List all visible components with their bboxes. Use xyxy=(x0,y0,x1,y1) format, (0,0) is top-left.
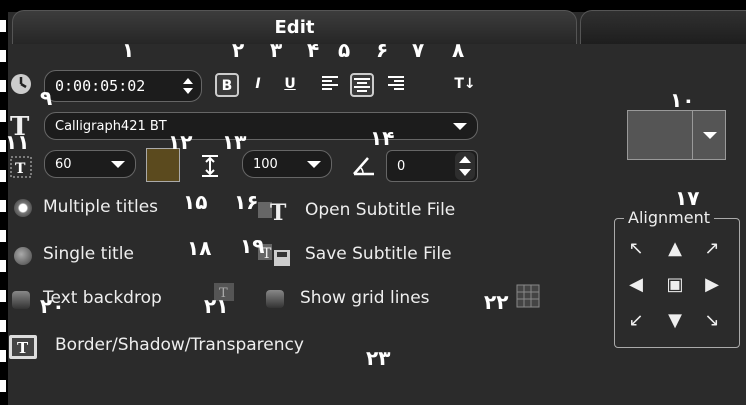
align-top-left-arrow-icon[interactable]: ↖ xyxy=(625,238,647,260)
italic-button[interactable]: I xyxy=(246,73,270,97)
chevron-down-icon xyxy=(307,161,321,168)
multiple-titles-radio[interactable] xyxy=(14,199,32,217)
align-right-arrow-icon[interactable]: ▶ xyxy=(701,274,723,296)
show-grid-lines-checkbox[interactable] xyxy=(266,290,284,308)
single-title-radio[interactable] xyxy=(14,247,32,265)
svg-text:T: T xyxy=(17,339,29,357)
duration-timecode-input[interactable]: 0:00:05:02 xyxy=(44,70,202,102)
align-right-button[interactable] xyxy=(384,73,408,97)
svg-text:T: T xyxy=(15,161,26,177)
chevron-down-icon xyxy=(703,132,717,139)
align-right-icon xyxy=(388,76,404,90)
clock-icon xyxy=(10,73,32,99)
tab-edit[interactable]: Edit xyxy=(12,10,577,44)
annotation-22: ٢٢ xyxy=(484,290,509,314)
alignment-title: Alignment xyxy=(624,208,714,227)
align-center-button[interactable] xyxy=(350,73,374,97)
border-shadow-transparency-label[interactable]: Border/Shadow/Transparency xyxy=(55,335,304,355)
annotation-10: ١٠ xyxy=(670,88,695,112)
bold-button[interactable]: B xyxy=(215,73,239,97)
annotation-20: ٢٠ xyxy=(40,294,65,318)
rotation-value: 0 xyxy=(397,158,406,174)
tab-secondary[interactable] xyxy=(580,10,746,44)
annotation-21: ٢١ xyxy=(204,294,229,318)
align-center-icon[interactable]: ▣ xyxy=(664,274,686,296)
font-name: Calligraph421 BT xyxy=(55,118,167,134)
rotation-angle-icon xyxy=(352,154,376,180)
annotation-8: ٨ xyxy=(452,38,465,62)
style-preset-swatch[interactable] xyxy=(627,110,693,160)
annotation-15: ١۵ xyxy=(183,190,208,214)
align-top-arrow-icon[interactable]: ▲ xyxy=(664,238,686,260)
svg-text:T: T xyxy=(270,200,287,224)
align-bottom-right-arrow-icon[interactable]: ↘ xyxy=(701,310,723,332)
align-bottom-left-arrow-icon[interactable]: ↙ xyxy=(625,310,647,332)
align-left-arrow-icon[interactable]: ◀ xyxy=(625,274,647,296)
annotation-16: ١۶ xyxy=(234,190,259,214)
open-subtitle-file-label[interactable]: Open Subtitle File xyxy=(305,200,455,220)
chevron-down-icon xyxy=(453,123,467,130)
grid-settings-icon[interactable] xyxy=(515,283,541,313)
chevron-down-icon xyxy=(111,161,125,168)
annotation-7: ٧ xyxy=(412,38,425,62)
annotation-19: ١٩ xyxy=(240,234,265,258)
annotation-23: ٢٣ xyxy=(366,346,391,370)
annotation-6: ۶ xyxy=(376,38,389,62)
line-spacing-select[interactable]: 100 xyxy=(242,150,332,178)
open-subtitle-icon[interactable]: T xyxy=(256,196,294,228)
border-shadow-icon[interactable]: T xyxy=(8,334,38,364)
single-title-label: Single title xyxy=(43,244,134,264)
multiple-titles-label: Multiple titles xyxy=(43,197,159,217)
timecode-value: 0:00:05:02 xyxy=(55,77,146,95)
font-size-select[interactable]: 60 xyxy=(44,150,136,178)
annotation-18: ١٨ xyxy=(187,236,212,260)
text-direction-button[interactable]: T↓ xyxy=(450,73,480,97)
align-bottom-arrow-icon[interactable]: ▼ xyxy=(664,310,686,332)
line-spacing-icon xyxy=(200,154,220,182)
annotation-13: ١٣ xyxy=(222,130,247,154)
rotation-spinner[interactable] xyxy=(455,152,475,180)
save-subtitle-file-label[interactable]: Save Subtitle File xyxy=(305,244,452,264)
font-size-value: 60 xyxy=(55,156,72,172)
annotation-3: ٣ xyxy=(270,38,283,62)
annotation-9: ٩ xyxy=(40,86,53,110)
annotation-5: ۵ xyxy=(338,38,351,62)
align-center-icon xyxy=(354,78,370,92)
annotation-14: ١۴ xyxy=(370,126,395,150)
show-grid-lines-label: Show grid lines xyxy=(300,288,430,308)
film-strip-edge xyxy=(0,0,8,405)
font-size-icon: T xyxy=(10,156,32,182)
annotation-4: ۴ xyxy=(307,38,320,62)
font-select[interactable]: Calligraph421 BT xyxy=(44,112,478,140)
line-spacing-value: 100 xyxy=(253,156,278,172)
text-backdrop-checkbox[interactable] xyxy=(12,291,30,309)
align-top-right-arrow-icon[interactable]: ↗ xyxy=(701,238,723,260)
underline-button[interactable]: U xyxy=(278,73,302,97)
style-preset-dropdown[interactable] xyxy=(692,110,726,160)
annotation-17: ١٧ xyxy=(675,186,700,210)
annotation-1: ١ xyxy=(122,38,135,62)
timecode-spinner[interactable] xyxy=(181,75,195,101)
align-left-icon xyxy=(322,76,338,90)
annotation-2: ٢ xyxy=(232,38,245,62)
annotation-12: ١٢ xyxy=(168,130,193,154)
align-left-button[interactable] xyxy=(318,73,342,97)
annotation-11: ١١ xyxy=(5,130,30,154)
